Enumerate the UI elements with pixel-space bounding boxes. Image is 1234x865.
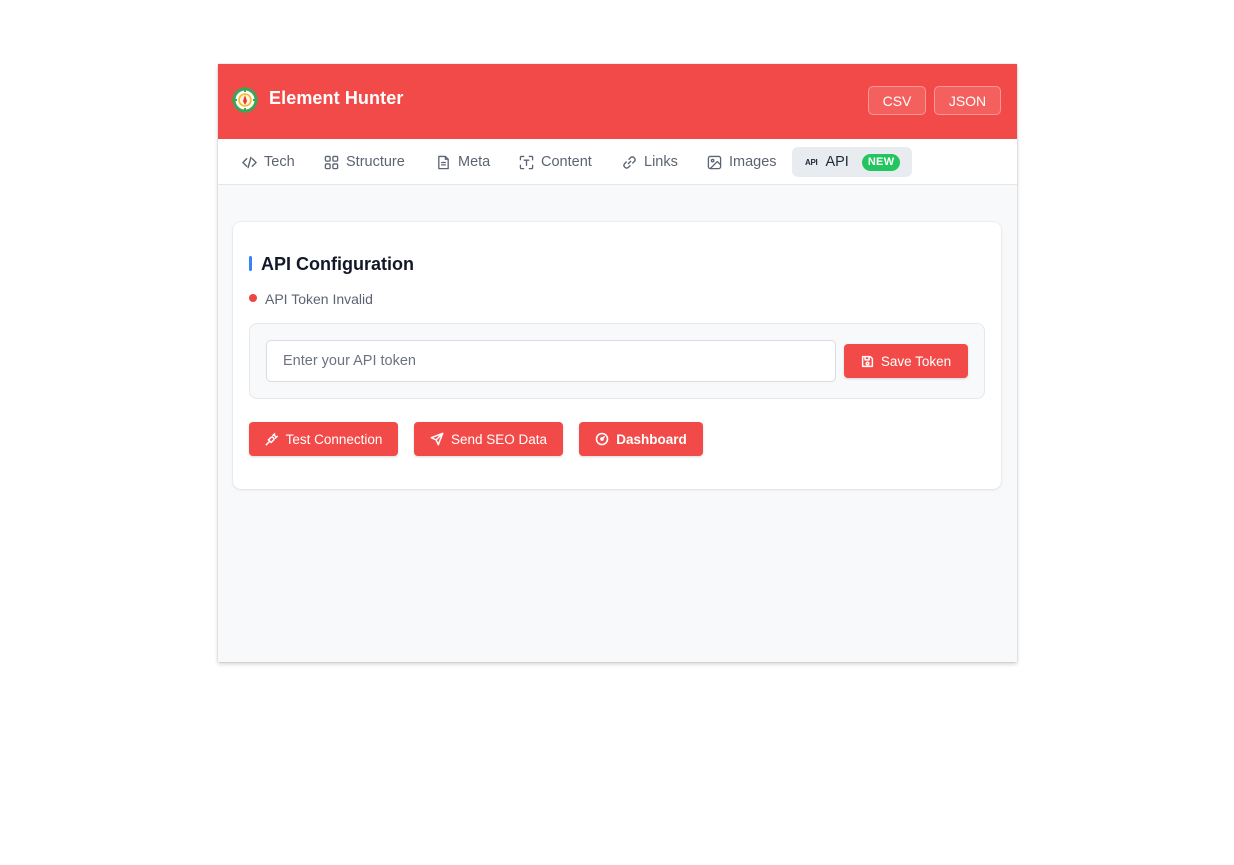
grid-icon	[324, 155, 339, 169]
tab-label: Content	[541, 154, 592, 170]
token-input-group: Save Token	[249, 323, 985, 399]
tab-label: Structure	[346, 154, 405, 170]
api-configuration-card: API Configuration API Token Invalid Save…	[233, 222, 1001, 489]
tab-label: Tech	[264, 154, 295, 170]
test-connection-label: Test Connection	[285, 431, 383, 447]
export-json-button[interactable]: JSON	[934, 86, 1001, 115]
section-title: API Configuration	[261, 254, 414, 274]
token-status: API Token Invalid	[265, 291, 373, 307]
tab-content[interactable]: Content	[519, 147, 592, 177]
new-badge: NEW	[861, 153, 901, 171]
save-token-button[interactable]: Save Token	[844, 344, 968, 378]
tab-links[interactable]: Links	[622, 147, 678, 177]
test-connection-button[interactable]: Test Connection	[249, 422, 398, 456]
send-icon	[430, 432, 444, 446]
save-icon	[861, 355, 873, 367]
header: Element Hunter CSV JSON	[218, 64, 1017, 139]
tab-bar: Tech Structure Meta Content Links Images…	[218, 139, 1017, 185]
section-accent-bar	[249, 256, 252, 271]
tab-structure[interactable]: Structure	[324, 147, 405, 177]
image-icon	[707, 155, 722, 169]
send-seo-data-button[interactable]: Send SEO Data	[414, 422, 563, 456]
dashboard-label: Dashboard	[616, 431, 687, 447]
tab-images[interactable]: Images	[707, 147, 777, 177]
dashboard-button[interactable]: Dashboard	[579, 422, 703, 456]
document-icon	[438, 155, 449, 169]
text-scan-icon	[519, 155, 534, 169]
code-icon	[242, 156, 257, 168]
app-title: Element Hunter	[269, 88, 404, 108]
api-token-input[interactable]	[266, 340, 836, 382]
gauge-icon	[595, 432, 609, 446]
logo-icon	[232, 87, 258, 113]
tab-tech[interactable]: Tech	[242, 147, 295, 177]
tab-meta[interactable]: Meta	[436, 147, 490, 177]
send-seo-data-label: Send SEO Data	[450, 431, 548, 447]
tab-label: API	[825, 154, 849, 170]
save-token-label: Save Token	[880, 353, 952, 369]
tab-label: Images	[729, 154, 777, 170]
tab-label: Meta	[458, 154, 491, 170]
export-csv-button[interactable]: CSV	[868, 86, 926, 115]
tab-api[interactable]: API API NEW	[792, 147, 913, 177]
api-icon: API	[805, 157, 818, 167]
status-indicator-dot	[249, 294, 257, 302]
link-icon	[623, 155, 636, 169]
tab-label: Links	[644, 154, 678, 170]
plug-icon	[265, 433, 278, 446]
extension-popup: Element Hunter CSV JSON Tech Structure M…	[218, 64, 1017, 662]
